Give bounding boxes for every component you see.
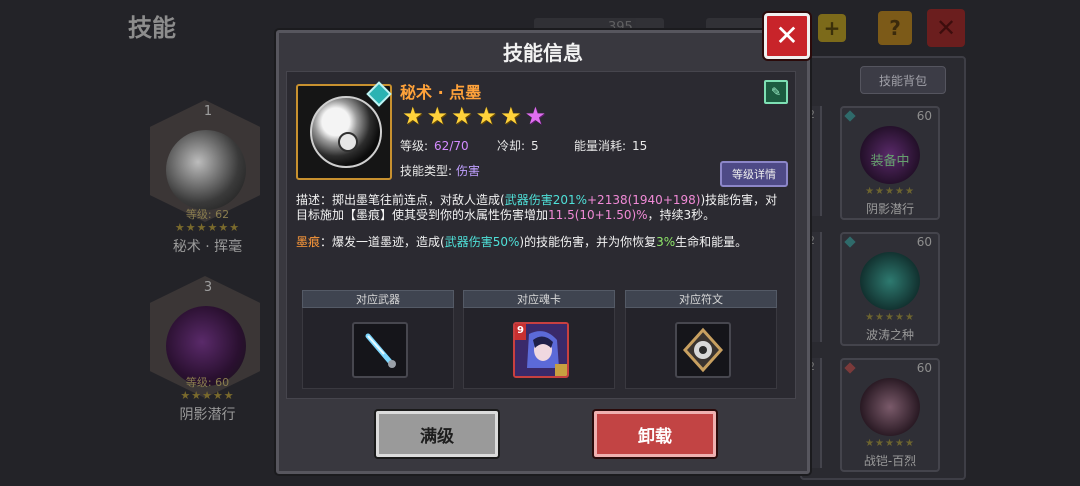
unload-button[interactable]: 卸载 [594, 411, 716, 457]
max-level-button[interactable]: 满级 [376, 411, 498, 457]
type-value: 伤害 [456, 164, 481, 178]
slot-name: 秘术 · 挥毫 [172, 239, 243, 255]
level-detail-button[interactable]: 等级详情 [720, 161, 788, 187]
bag-card-armor[interactable]: 60 ★★★★★ 战铠-百烈 [840, 358, 940, 472]
purple-star-icon: ★ [524, 102, 547, 130]
slot-number: 3 [203, 280, 213, 295]
ink-orb-dot [338, 132, 358, 152]
rarity-gem-icon [844, 362, 856, 374]
star-icon: ★ [402, 102, 424, 130]
help-button[interactable]: ? [878, 11, 912, 45]
dialog-title: 技能信息 [503, 41, 583, 65]
close-icon: ✕ [775, 19, 799, 52]
desc-text: ：爆发一道墨迹，造成( [320, 235, 445, 249]
slot-level: 等级: 60 [185, 376, 230, 389]
page-title: 技能 [128, 14, 176, 42]
ink-mark-label: 墨痕 [296, 235, 321, 249]
slot-header: 对应武器 [302, 290, 454, 308]
rarity-gem-icon [844, 236, 856, 248]
cooldown-label: 冷却: [497, 139, 526, 153]
card-stars: ★★★★★ [865, 312, 915, 323]
mark-damage-value: 武器伤害50% [444, 235, 520, 249]
card-count: 60 [916, 361, 932, 375]
bag-card-wave-seed[interactable]: 60 ★★★★★ 波涛之种 [840, 232, 940, 346]
slot-level: 等级: 62 [185, 208, 230, 221]
level-stat: 等级: 62/70 [400, 137, 469, 154]
star-icon: ★ [500, 102, 522, 130]
plant-skill-icon [860, 252, 920, 310]
energy-stat: 能量消耗: 15 [574, 137, 647, 154]
flat-damage-value: +2138(1940+198) [587, 193, 701, 207]
star-icon: ★ [451, 102, 473, 130]
edit-icon[interactable]: ✎ [764, 80, 788, 104]
energy-value: 15 [632, 139, 648, 153]
card-name: 战铠-百烈 [863, 454, 917, 468]
linked-soul-card-slot[interactable]: 对应魂卡 9 [463, 290, 615, 389]
skill-bag-button[interactable]: 技能背包 [860, 66, 946, 94]
card-stars: ★★★★★ [865, 186, 915, 197]
linked-rune-slot[interactable]: 对应符文 [625, 290, 777, 389]
slot-number: 1 [203, 104, 213, 119]
card-count: 60 [916, 109, 932, 123]
equipped-skill-slot-1[interactable]: 1 等级: 62 ★★★★★★ 秘术 · 挥毫 [140, 100, 275, 260]
close-dialog-button[interactable]: ✕ [764, 13, 810, 59]
background-close-button[interactable]: ✕ [927, 9, 965, 47]
slot-stars: ★★★★★★ [174, 221, 241, 234]
skill-type: 技能类型: 伤害 [400, 162, 480, 179]
equipped-badge: 装备中 [870, 154, 910, 169]
slot-stars: ★★★★★ [180, 389, 235, 402]
star-icon: ★ [475, 102, 498, 130]
ink-mark-description: 墨痕：爆发一道墨迹，造成(武器伤害50%)的技能伤害，并为你恢复3%生命和能量。 [296, 235, 788, 250]
skill-description: 描述：掷出墨笔往前连点，对敌人造成(武器伤害201%+2138(1940+198… [296, 193, 788, 223]
rarity-gem-icon [844, 110, 856, 122]
skill-name: 秘术 · 点墨 [400, 83, 482, 102]
desc-text: ，持续3秒。 [647, 208, 716, 222]
water-damage-bonus: 11.5(10+1.50)% [548, 208, 648, 222]
card-name: 波涛之种 [865, 328, 914, 342]
weapon-icon[interactable] [352, 322, 408, 378]
desc-text: )的技能伤害，并为你恢复 [519, 235, 657, 249]
card-count: 60 [916, 235, 932, 249]
rune-icon[interactable] [675, 322, 731, 378]
add-currency-button[interactable]: + [818, 14, 846, 42]
energy-label: 能量消耗: [574, 139, 627, 153]
star-icon: ★ [426, 102, 449, 130]
type-label: 技能类型: [400, 164, 453, 178]
desc-text: 描述：掷出墨笔往前连点，对敌人造成( [296, 193, 505, 207]
cooldown-value: 5 [531, 139, 539, 153]
card-name: 阴影潜行 [865, 202, 914, 216]
level-value: 62/70 [434, 139, 469, 153]
slot-header: 对应符文 [625, 290, 777, 308]
desc-text: 生命和能量。 [675, 235, 748, 249]
card-number: 9 [517, 325, 524, 336]
skill-star-rating: ★ ★ ★ ★ ★ ★ [402, 104, 546, 128]
bag-card-shadow-sneak[interactable]: 60 装备中 ★★★★★ 阴影潜行 [840, 106, 940, 220]
card-stars: ★★★★★ [865, 438, 915, 449]
cooldown-stat: 冷却: 5 [497, 137, 539, 154]
soul-card-icon[interactable]: 9 [513, 322, 569, 378]
level-label: 等级: [400, 139, 429, 153]
slot-name: 阴影潜行 [179, 407, 236, 423]
heal-value: 3% [656, 235, 676, 249]
skill-orb-icon [166, 130, 246, 210]
armor-skill-icon [860, 378, 920, 436]
linked-weapon-slot[interactable]: 对应武器 [302, 290, 454, 389]
slot-header: 对应魂卡 [463, 290, 615, 308]
weapon-damage-value: 武器伤害201% [504, 193, 587, 207]
equipped-skill-slot-3[interactable]: 3 等级: 60 ★★★★★ 阴影潜行 [140, 276, 275, 426]
